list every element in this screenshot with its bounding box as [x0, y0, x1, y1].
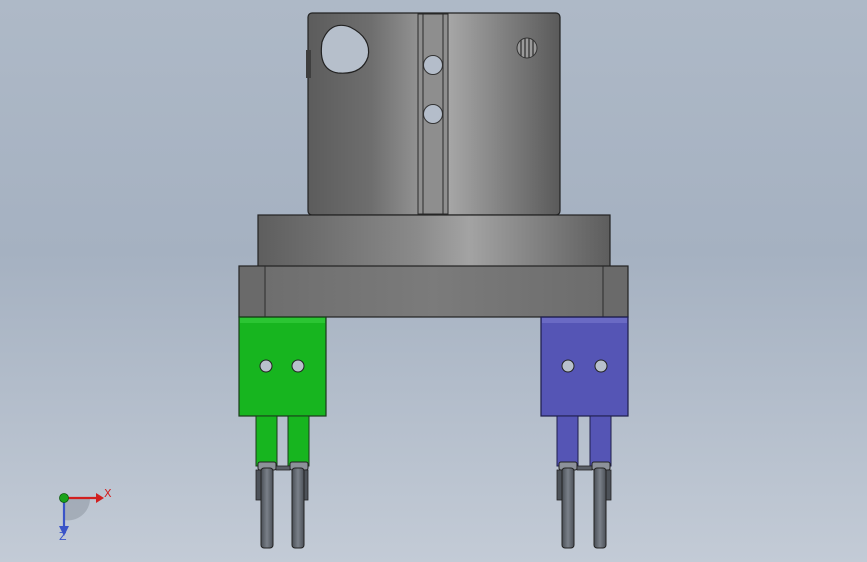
triad-plane-shade [64, 498, 91, 521]
gripper-model[interactable] [0, 0, 867, 562]
z-axis-label: Z [59, 530, 67, 543]
y-axis-dot [59, 493, 69, 503]
x-axis-label: X [104, 487, 112, 500]
mounting-flange [257, 214, 611, 268]
left-jaw[interactable] [238, 316, 327, 467]
left-fingers[interactable] [255, 461, 309, 549]
cylinder-body [306, 12, 561, 216]
vent-port [516, 37, 538, 59]
right-jaw[interactable] [540, 316, 629, 467]
base-block [238, 265, 629, 318]
x-axis-arrow [96, 493, 104, 503]
right-fingers[interactable] [556, 461, 612, 549]
cad-viewport[interactable]: X Z [0, 0, 867, 562]
